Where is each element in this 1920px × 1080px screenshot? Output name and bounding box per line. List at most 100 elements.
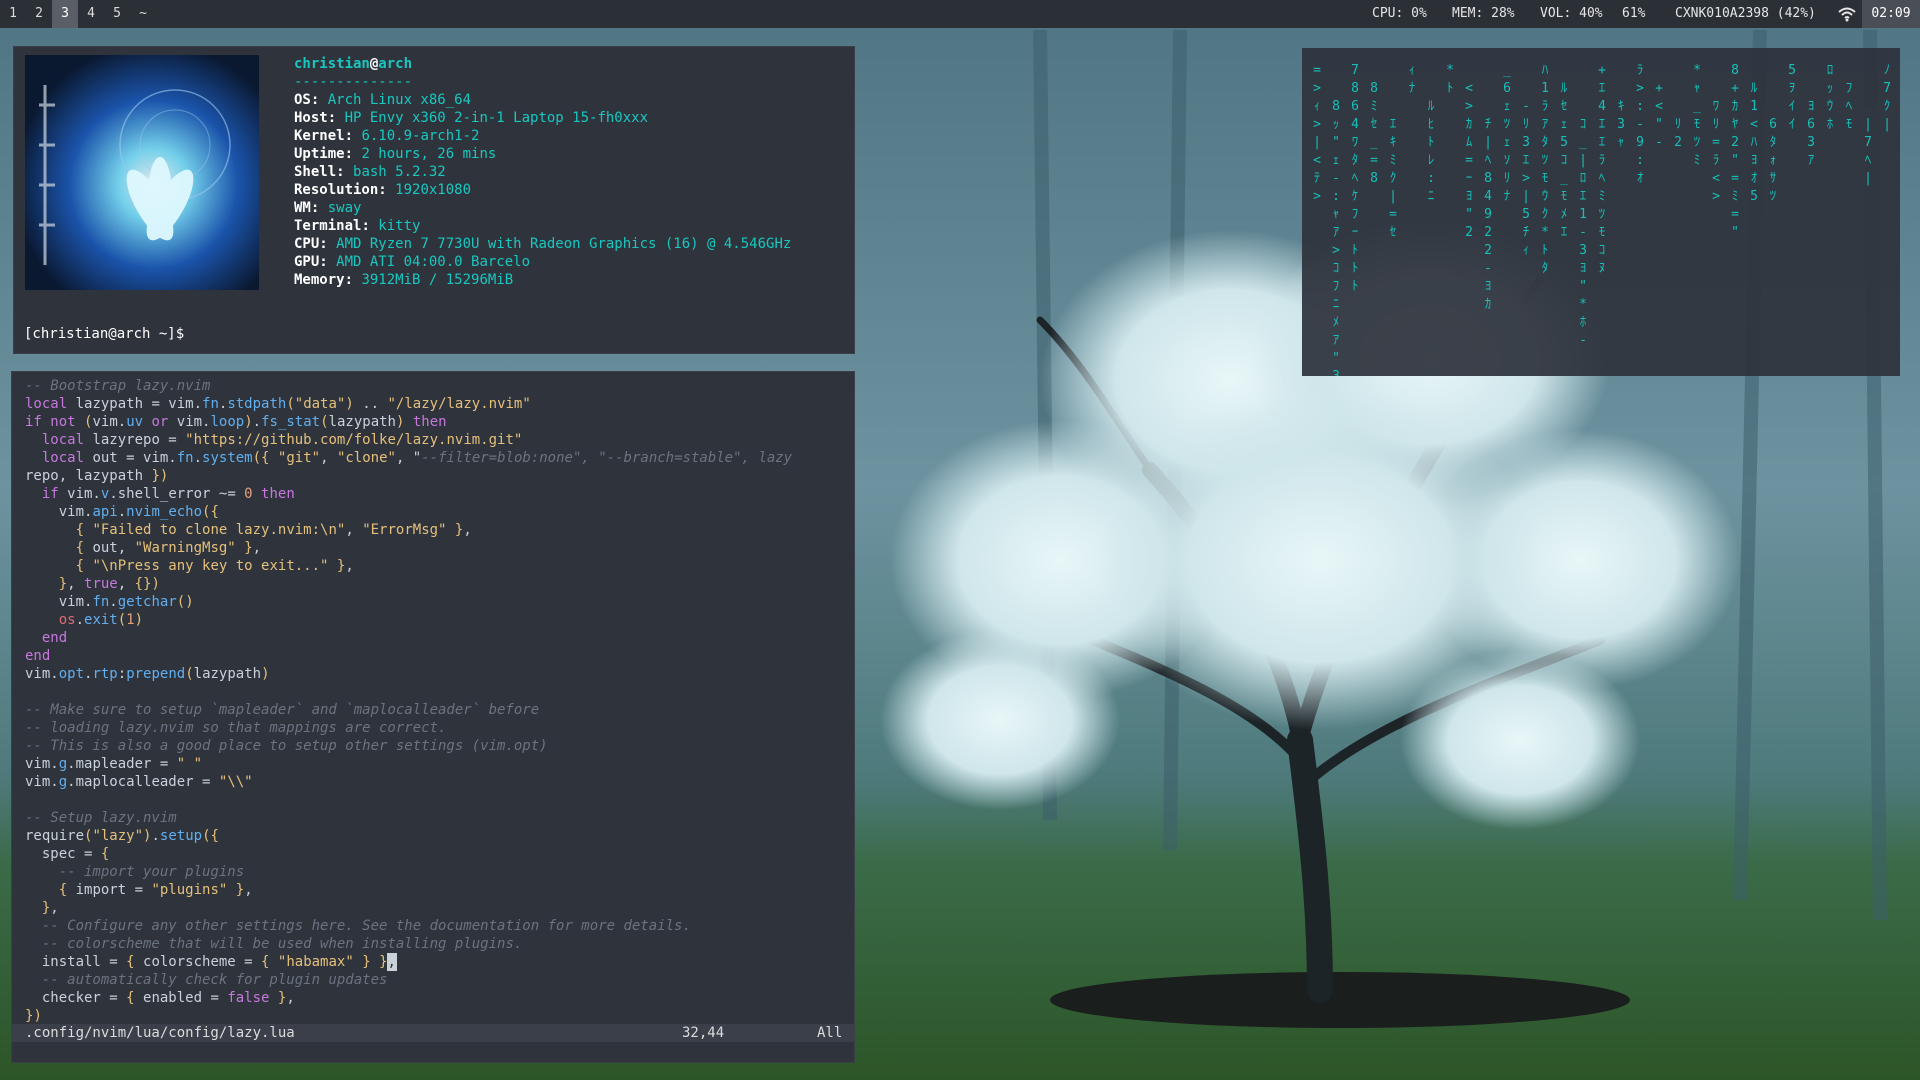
fetch-value: 2 hours, 26 mins (361, 146, 497, 162)
fetch-key: Resolution (294, 182, 379, 198)
code-line[interactable]: local out = vim.fn.system({ "git", "clon… (25, 450, 792, 466)
clock: 02:09 (1862, 0, 1920, 28)
fetch-value: sway (327, 200, 362, 216)
workspace-1[interactable]: 1 (0, 0, 26, 28)
matrix-column: ﾉ 7 ｸ | (1883, 63, 1891, 132)
matrix-column: ﾜ ﾘ = ﾗ < > (1712, 99, 1720, 204)
matrix-column: 8 + ｶ ﾔ 2 " = ﾐ = " (1731, 63, 1739, 240)
code-line[interactable]: -- Configure any other settings here. Se… (25, 918, 691, 934)
code-line[interactable]: if not (vim.uv or vim.loop).fs_stat(lazy… (25, 414, 447, 430)
workspace-2[interactable]: 2 (26, 0, 52, 28)
code-line[interactable]: os.exit(1) (25, 612, 143, 628)
shell-prompt[interactable]: [christian@arch ~]$ (24, 325, 184, 343)
volume-status[interactable]: VOL: 40% (1540, 0, 1603, 28)
code-line[interactable]: -- Make sure to setup `mapleader` and `m… (25, 702, 539, 718)
code-line[interactable]: local lazyrepo = "https://github.com/fol… (25, 432, 522, 448)
matrix-column: + < " - (1655, 81, 1663, 150)
workspace-scratch[interactable]: ~ (130, 0, 156, 28)
workspace-3[interactable]: 3 (52, 0, 78, 28)
code-line[interactable]: }) (25, 1008, 42, 1024)
matrix-column: * ﾄ (1446, 63, 1454, 96)
code-line[interactable]: require("lazy").setup({ (25, 828, 219, 844)
code-line[interactable]: vim.g.mapleader = " " (25, 756, 202, 772)
matrix-column: ｨ ﾅ (1408, 63, 1416, 96)
fetch-key: Terminal (294, 218, 362, 234)
matrix-column: 5 ｦ ｲ ｲ (1788, 63, 1796, 132)
matrix-column: ﾘ 2 (1674, 117, 1682, 150)
code-line[interactable]: }, (25, 900, 59, 916)
fetch-key: OS (294, 92, 311, 108)
fetch-value: AMD ATI 04:00.0 Barcelo (336, 254, 531, 270)
code-line[interactable]: -- loading lazy.nvim so that mappings ar… (25, 720, 446, 736)
code-line[interactable]: -- import your plugins (25, 864, 244, 880)
fetch-ascii-art-image (25, 55, 259, 290)
code-line[interactable]: end (25, 630, 67, 646)
fetch-key: CPU (294, 236, 320, 252)
matrix-column: 8 ｯ " ｪ - : ｬ ｱ > ｺ ﾌ ﾆ ﾒ ｱ " 3 (1332, 99, 1340, 376)
fetch-key: Shell (294, 164, 337, 180)
code-line[interactable]: vim.api.nvim_echo({ (25, 504, 219, 520)
matrix-column: ﾌ ﾍ ﾓ (1845, 81, 1853, 132)
fetch-user: christian (294, 56, 370, 72)
code-line[interactable]: vim.fn.getchar() (25, 594, 194, 610)
fetch-value: Arch Linux x86_64 (327, 92, 472, 108)
code-line[interactable]: }, true, {}) (25, 576, 160, 592)
code-line[interactable]: { import = "plugins" }, (25, 882, 253, 898)
matrix-column: 6 ﾀ ｫ ｻ ﾂ (1769, 117, 1777, 204)
code-line[interactable]: { out, "WarningMsg" }, (25, 540, 261, 556)
matrix-column: | 7 ﾍ | (1864, 117, 1872, 186)
code-line[interactable]: checker = { enabled = false }, (25, 990, 295, 1006)
code-line[interactable]: local lazypath = vim.fn.stdpath("data") … (25, 396, 531, 412)
matrix-column: < > ｶ ﾑ = ｰ ﾖ " 2 (1465, 81, 1473, 240)
fetch-value: 6.10.9-arch1-2 (361, 128, 480, 144)
matrix-column: ﾖ 6 3 ｱ (1807, 99, 1815, 168)
code-line[interactable]: vim.g.maplocalleader = "\\" (25, 774, 253, 790)
matrix-column: ﾛ ｯ ｳ ﾎ (1826, 63, 1834, 132)
fetch-value: HP Envy x360 2-in-1 Laptop 15-fh0xxx (344, 110, 649, 126)
matrix-column: ﾊ 1 ﾗ ｱ ﾀ ﾂ ﾓ ｳ ｸ * ﾄ ﾀ (1541, 63, 1549, 276)
fetch-key: Kernel (294, 128, 345, 144)
code-line[interactable]: -- colorscheme that will be used when in… (25, 936, 522, 952)
matrix-column: + ｴ 4 ｴ ｴ ﾗ ﾍ ﾐ ﾂ ﾓ ｺ ﾇ (1598, 63, 1606, 276)
code-buffer[interactable]: -- Bootstrap lazy.nvim local lazypath = … (12, 372, 854, 1025)
editor-window[interactable]: -- Bootstrap lazy.nvim local lazypath = … (12, 372, 854, 1062)
workspace-4[interactable]: 4 (78, 0, 104, 28)
code-line[interactable]: { "\nPress any key to exit..." }, (25, 558, 354, 574)
fetch-key: GPU (294, 254, 320, 270)
fetch-value: AMD Ryzen 7 7730U with Radeon Graphics (… (336, 236, 792, 252)
code-line[interactable]: install = { colorscheme = { "habamax" } … (25, 953, 398, 971)
code-line[interactable]: if vim.v.shell_error ~= 0 then (25, 486, 295, 502)
code-line[interactable]: -- automatically check for plugin update… (25, 972, 388, 988)
fetch-key: Host (294, 110, 328, 126)
fetch-key: Memory (294, 272, 345, 288)
matrix-column: ﾗ > : - 9 : ｵ (1636, 63, 1644, 186)
code-line[interactable]: -- Setup lazy.nvim (25, 810, 177, 826)
matrix-column: * ｬ _ ﾓ ﾂ ﾐ (1693, 63, 1701, 168)
code-line[interactable]: vim.opt.rtp:prepend(lazypath) (25, 666, 270, 682)
fetch-host: arch (378, 56, 413, 72)
code-line[interactable]: -- This is also a good place to setup ot… (25, 738, 548, 754)
fetch-separator: -------------- (294, 74, 413, 90)
code-line[interactable]: { "Failed to clone lazy.nvim:\n", "Error… (25, 522, 472, 538)
matrix-column: ﾙ ｾ ｪ 5 ｺ _ ﾓ ﾒ ｴ (1560, 81, 1568, 240)
fetch-value: 1920x1080 (395, 182, 472, 198)
cpu-status: CPU: 0% (1372, 6, 1427, 21)
code-line[interactable]: repo, lazypath }) (25, 468, 168, 484)
battery-status: 61% (1622, 6, 1646, 21)
matrix-column: 8 ﾐ ｾ _ = 8 (1370, 81, 1378, 186)
matrix-column: ﾁ | ﾍ 8 4 9 2 2 - ﾖ ｶ (1484, 117, 1492, 312)
fetch-info: christian@arch -------------- OS: Arch L… (294, 56, 792, 288)
code-line[interactable]: end (25, 648, 50, 664)
fetch-value: 3912MiB / 15296MiB (361, 272, 514, 288)
fetch-key: WM (294, 200, 311, 216)
file-path: .config/nvim/lua/config/lazy.lua (25, 1025, 295, 1041)
workspace-5[interactable]: 5 (104, 0, 130, 28)
code-line[interactable]: spec = { (25, 846, 109, 862)
matrix-column: ﾙ 1 < ﾊ ﾖ ｵ 5 (1750, 81, 1758, 204)
network-status[interactable]: CXNK010A2398 (42%) (1675, 0, 1816, 28)
code-line[interactable]: -- Bootstrap lazy.nvim (25, 378, 210, 394)
wifi-icon (1838, 7, 1856, 22)
terminal-window-matrix[interactable]: = > ｨ > | < ﾃ > 8 ｯ " ｪ - : ｬ ｱ > ｺ ﾌ ﾆ ﾒ… (1302, 48, 1900, 376)
editor-statusline: .config/nvim/lua/config/lazy.lua 32,44 A… (12, 1024, 854, 1042)
fetch-key: Uptime (294, 146, 345, 162)
